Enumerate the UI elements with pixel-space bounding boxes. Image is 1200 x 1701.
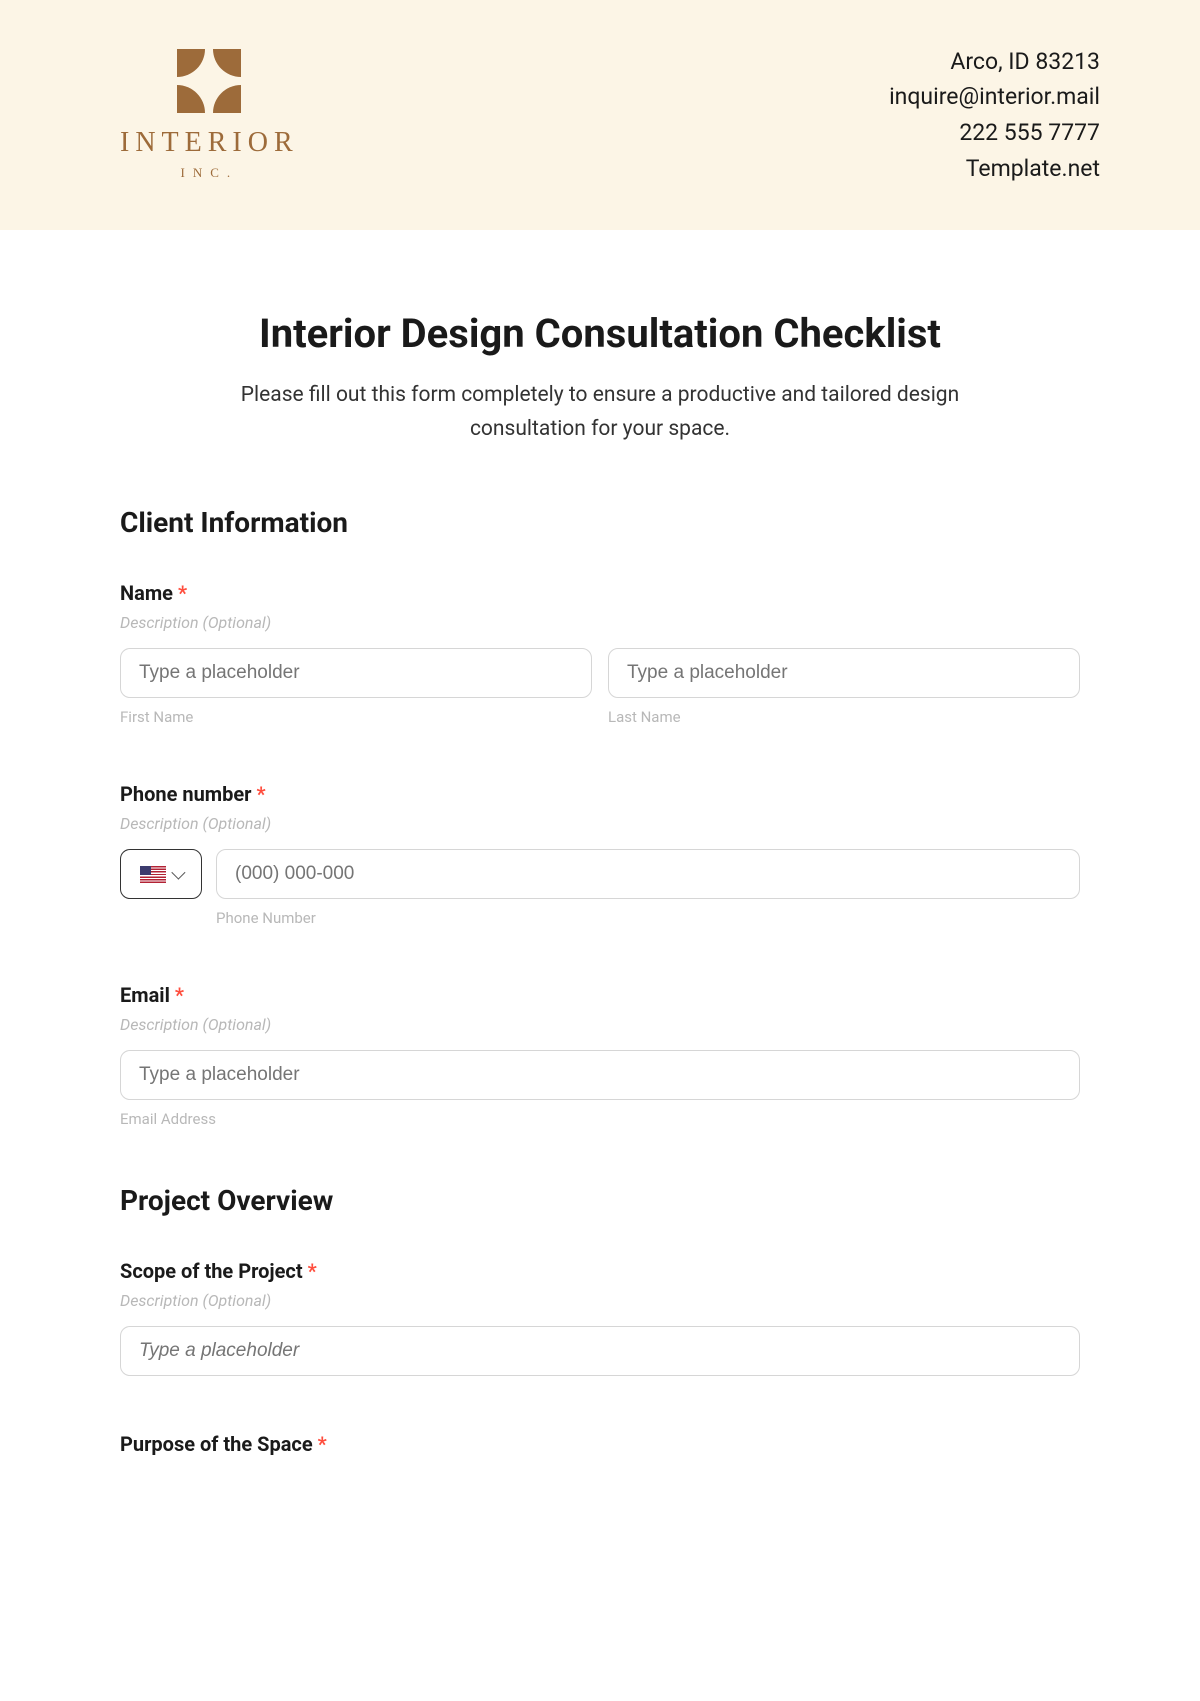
scope-input[interactable]: [120, 1326, 1080, 1376]
scope-label: Scope of the Project *: [120, 1259, 1080, 1283]
name-desc: Description (Optional): [120, 613, 1080, 632]
required-mark: *: [308, 1259, 317, 1283]
first-name-sublabel: First Name: [120, 708, 592, 726]
contact-phone: 222 555 7777: [889, 115, 1100, 151]
phone-label-text: Phone number: [120, 782, 251, 806]
logo-name: INTERIOR: [120, 127, 299, 159]
company-logo: INTERIOR INC.: [120, 49, 299, 181]
scope-label-text: Scope of the Project: [120, 1259, 303, 1283]
form-body: Interior Design Consultation Checklist P…: [0, 230, 1200, 1504]
email-label-text: Email: [120, 983, 170, 1007]
field-purpose: Purpose of the Space *: [120, 1432, 1080, 1456]
contact-site: Template.net: [889, 151, 1100, 187]
last-name-input[interactable]: [608, 648, 1080, 698]
scope-desc: Description (Optional): [120, 1291, 1080, 1310]
email-sublabel: Email Address: [120, 1110, 1080, 1128]
field-phone: Phone number * Description (Optional) Ph…: [120, 782, 1080, 927]
required-mark: *: [318, 1432, 327, 1456]
phone-number-input[interactable]: [216, 849, 1080, 899]
contact-email: inquire@interior.mail: [889, 79, 1100, 115]
page-header: INTERIOR INC. Arco, ID 83213 inquire@int…: [0, 0, 1200, 230]
required-mark: *: [178, 581, 187, 605]
field-scope: Scope of the Project * Description (Opti…: [120, 1259, 1080, 1376]
name-label-text: Name: [120, 581, 173, 605]
last-name-sublabel: Last Name: [608, 708, 1080, 726]
name-label: Name *: [120, 581, 1080, 605]
contact-block: Arco, ID 83213 inquire@interior.mail 222…: [889, 44, 1100, 187]
phone-label: Phone number *: [120, 782, 1080, 806]
field-name: Name * Description (Optional) First Name…: [120, 581, 1080, 726]
email-desc: Description (Optional): [120, 1015, 1080, 1034]
section-project-overview: Project Overview: [120, 1184, 1080, 1217]
chevron-down-icon: [171, 866, 185, 880]
field-email: Email * Description (Optional) Email Add…: [120, 983, 1080, 1128]
required-mark: *: [256, 782, 265, 806]
form-subtitle: Please fill out this form completely to …: [190, 379, 1010, 446]
purpose-label-text: Purpose of the Space: [120, 1432, 313, 1456]
email-label: Email *: [120, 983, 1080, 1007]
us-flag-icon: [140, 866, 166, 883]
first-name-input[interactable]: [120, 648, 592, 698]
logo-subtitle: INC.: [181, 165, 239, 181]
phone-sublabel: Phone Number: [216, 909, 1080, 927]
logo-mark-icon: [177, 49, 241, 113]
phone-desc: Description (Optional): [120, 814, 1080, 833]
email-input[interactable]: [120, 1050, 1080, 1100]
required-mark: *: [175, 983, 184, 1007]
country-code-select[interactable]: [120, 849, 202, 899]
section-client-information: Client Information: [120, 506, 1080, 539]
contact-location: Arco, ID 83213: [889, 44, 1100, 80]
purpose-label: Purpose of the Space *: [120, 1432, 1080, 1456]
form-title: Interior Design Consultation Checklist: [120, 310, 1080, 357]
